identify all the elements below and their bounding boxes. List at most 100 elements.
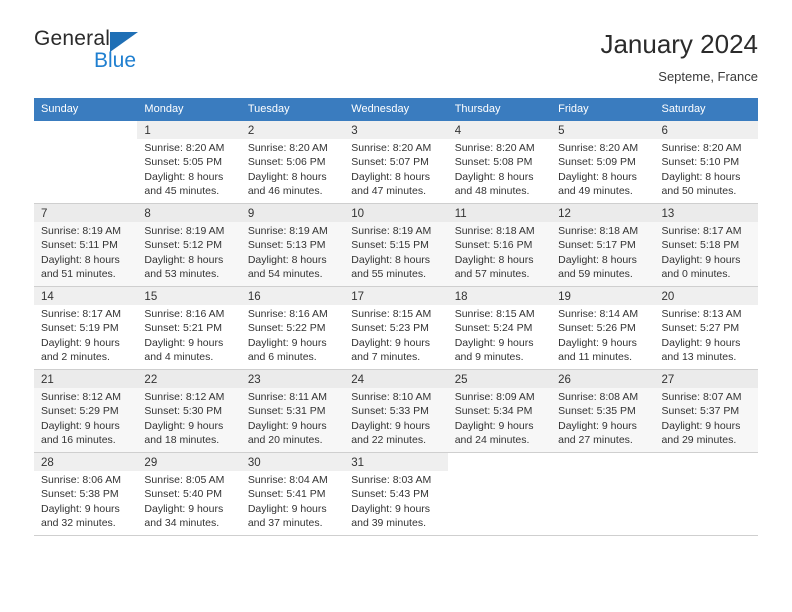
daylight-line-1: Daylight: 9 hours: [454, 336, 534, 349]
sunrise-line: Sunrise: 8:08 AM: [558, 390, 639, 403]
sunrise-line: Sunrise: 8:12 AM: [41, 390, 121, 403]
daylight-line-1: Daylight: 8 hours: [247, 253, 327, 266]
calendar-header-row: Sunday Monday Tuesday Wednesday Thursday…: [34, 97, 758, 121]
sunset-line: Sunset: 5:08 PM: [454, 156, 533, 169]
day-cell[interactable]: 9 Sunrise: 8:19 AM Sunset: 5:13 PM Dayli…: [240, 203, 345, 287]
day-cell[interactable]: 18 Sunrise: 8:15 AM Sunset: 5:24 PM Dayl…: [447, 286, 552, 370]
sunrise-line: Sunrise: 8:03 AM: [351, 473, 432, 486]
sunrise-line: Sunrise: 8:16 AM: [144, 307, 225, 320]
daylight-line-1: Daylight: 9 hours: [247, 336, 327, 349]
day-cell[interactable]: 29 Sunrise: 8:05 AM Sunset: 5:40 PM Dayl…: [137, 452, 241, 536]
day-number: 4: [447, 120, 552, 139]
sunrise-line: Sunrise: 8:10 AM: [351, 390, 432, 403]
day-details: Sunrise: 8:20 AM Sunset: 5:08 PM Dayligh…: [448, 139, 551, 203]
day-cell[interactable]: 30 Sunrise: 8:04 AM Sunset: 5:41 PM Dayl…: [240, 452, 345, 536]
sunrise-line: Sunrise: 8:19 AM: [41, 224, 121, 237]
daylight-line-1: Daylight: 9 hours: [41, 336, 120, 349]
calendar-page: General Blue January 2024 Septeme, Franc…: [0, 0, 792, 612]
sunrise-line: Sunrise: 8:19 AM: [247, 224, 328, 237]
daylight-line-2: and 54 minutes.: [247, 268, 323, 281]
sunrise-line: Sunrise: 8:19 AM: [144, 224, 225, 237]
day-cell[interactable]: 22 Sunrise: 8:12 AM Sunset: 5:30 PM Dayl…: [137, 369, 241, 453]
day-cell[interactable]: 14 Sunrise: 8:17 AM Sunset: 5:19 PM Dayl…: [34, 286, 138, 370]
day-cell[interactable]: 7 Sunrise: 8:19 AM Sunset: 5:11 PM Dayli…: [34, 203, 138, 287]
daylight-line-2: and 48 minutes.: [454, 185, 530, 198]
day-number: 21: [34, 369, 138, 388]
day-details: Sunrise: 8:12 AM Sunset: 5:30 PM Dayligh…: [137, 388, 240, 452]
sunset-line: Sunset: 5:06 PM: [247, 156, 326, 169]
day-cell[interactable]: 24 Sunrise: 8:10 AM Sunset: 5:33 PM Dayl…: [344, 369, 448, 453]
daylight-line-1: Daylight: 9 hours: [41, 502, 120, 515]
daylight-line-2: and 4 minutes.: [144, 351, 214, 364]
weekday-header-friday: Friday: [551, 97, 655, 121]
weekday-header-saturday: Saturday: [654, 97, 758, 121]
day-cell[interactable]: 6 Sunrise: 8:20 AM Sunset: 5:10 PM Dayli…: [654, 120, 758, 204]
day-cell[interactable]: 4 Sunrise: 8:20 AM Sunset: 5:08 PM Dayli…: [447, 120, 552, 204]
day-cell[interactable]: 23 Sunrise: 8:11 AM Sunset: 5:31 PM Dayl…: [240, 369, 345, 453]
daylight-line-1: Daylight: 9 hours: [41, 419, 120, 432]
day-cell[interactable]: 3 Sunrise: 8:20 AM Sunset: 5:07 PM Dayli…: [344, 120, 448, 204]
day-cell[interactable]: 25 Sunrise: 8:09 AM Sunset: 5:34 PM Dayl…: [447, 369, 552, 453]
daylight-line-1: Daylight: 8 hours: [454, 170, 534, 183]
day-cell[interactable]: 10 Sunrise: 8:19 AM Sunset: 5:15 PM Dayl…: [344, 203, 448, 287]
day-cell[interactable]: 17 Sunrise: 8:15 AM Sunset: 5:23 PM Dayl…: [344, 286, 448, 370]
sunset-line: Sunset: 5:23 PM: [351, 322, 429, 335]
day-cell[interactable]: 26 Sunrise: 8:08 AM Sunset: 5:35 PM Dayl…: [551, 369, 655, 453]
daylight-line-2: and 55 minutes.: [351, 268, 426, 281]
day-cell[interactable]: 21 Sunrise: 8:12 AM Sunset: 5:29 PM Dayl…: [34, 369, 138, 453]
day-cell[interactable]: 13 Sunrise: 8:17 AM Sunset: 5:18 PM Dayl…: [654, 203, 758, 287]
sunrise-line: Sunrise: 8:12 AM: [144, 390, 225, 403]
calendar-body: 1 Sunrise: 8:20 AM Sunset: 5:05 PM Dayli…: [34, 120, 758, 536]
calendar-week-row: 14 Sunrise: 8:17 AM Sunset: 5:19 PM Dayl…: [34, 286, 758, 370]
day-cell[interactable]: 20 Sunrise: 8:13 AM Sunset: 5:27 PM Dayl…: [654, 286, 758, 370]
day-number: 13: [654, 203, 758, 222]
day-number: 12: [551, 203, 655, 222]
day-details: Sunrise: 8:20 AM Sunset: 5:09 PM Dayligh…: [551, 139, 654, 203]
day-details: Sunrise: 8:20 AM Sunset: 5:07 PM Dayligh…: [344, 139, 447, 203]
day-cell[interactable]: 8 Sunrise: 8:19 AM Sunset: 5:12 PM Dayli…: [137, 203, 241, 287]
daylight-line-2: and 32 minutes.: [41, 517, 116, 530]
day-number: [34, 121, 137, 127]
day-details: Sunrise: 8:16 AM Sunset: 5:22 PM Dayligh…: [241, 305, 344, 369]
sunset-line: Sunset: 5:38 PM: [41, 488, 119, 501]
sunset-line: Sunset: 5:13 PM: [247, 239, 326, 252]
sunrise-line: Sunrise: 8:17 AM: [41, 307, 121, 320]
calendar-week-row: 7 Sunrise: 8:19 AM Sunset: 5:11 PM Dayli…: [34, 203, 758, 287]
day-details: Sunrise: 8:16 AM Sunset: 5:21 PM Dayligh…: [137, 305, 240, 369]
day-cell[interactable]: 2 Sunrise: 8:20 AM Sunset: 5:06 PM Dayli…: [240, 120, 345, 204]
day-cell[interactable]: 31 Sunrise: 8:03 AM Sunset: 5:43 PM Dayl…: [344, 452, 448, 536]
sunrise-line: Sunrise: 8:11 AM: [247, 390, 328, 403]
daylight-line-1: Daylight: 8 hours: [351, 253, 431, 266]
day-number: 18: [447, 286, 552, 305]
day-cell[interactable]: 12 Sunrise: 8:18 AM Sunset: 5:17 PM Dayl…: [551, 203, 655, 287]
sunrise-line: Sunrise: 8:16 AM: [247, 307, 328, 320]
daylight-line-1: Daylight: 9 hours: [247, 502, 327, 515]
day-details: Sunrise: 8:15 AM Sunset: 5:23 PM Dayligh…: [344, 305, 447, 369]
daylight-line-1: Daylight: 9 hours: [351, 419, 431, 432]
sunset-line: Sunset: 5:43 PM: [351, 488, 429, 501]
daylight-line-2: and 51 minutes.: [41, 268, 116, 281]
day-cell[interactable]: 15 Sunrise: 8:16 AM Sunset: 5:21 PM Dayl…: [137, 286, 241, 370]
sunrise-line: Sunrise: 8:19 AM: [351, 224, 432, 237]
sunrise-line: Sunrise: 8:13 AM: [661, 307, 742, 320]
sunset-line: Sunset: 5:30 PM: [144, 405, 223, 418]
day-number: 22: [137, 369, 241, 388]
logo-text-general: General: [34, 27, 111, 50]
generalblue-logo[interactable]: General Blue: [34, 28, 174, 80]
day-details: Sunrise: 8:19 AM Sunset: 5:12 PM Dayligh…: [137, 222, 240, 286]
sunset-line: Sunset: 5:15 PM: [351, 239, 429, 252]
day-cell[interactable]: 5 Sunrise: 8:20 AM Sunset: 5:09 PM Dayli…: [551, 120, 655, 204]
day-cell[interactable]: 11 Sunrise: 8:18 AM Sunset: 5:16 PM Dayl…: [447, 203, 552, 287]
day-cell[interactable]: 28 Sunrise: 8:06 AM Sunset: 5:38 PM Dayl…: [34, 452, 138, 536]
day-cell[interactable]: 1 Sunrise: 8:20 AM Sunset: 5:05 PM Dayli…: [137, 120, 241, 204]
daylight-line-1: Daylight: 9 hours: [144, 419, 224, 432]
title-block: January 2024 Septeme, France: [600, 28, 758, 84]
day-cell[interactable]: 16 Sunrise: 8:16 AM Sunset: 5:22 PM Dayl…: [240, 286, 345, 370]
sunset-line: Sunset: 5:41 PM: [247, 488, 326, 501]
day-number: [448, 453, 551, 459]
sunrise-line: Sunrise: 8:18 AM: [454, 224, 535, 237]
day-cell[interactable]: 19 Sunrise: 8:14 AM Sunset: 5:26 PM Dayl…: [551, 286, 655, 370]
day-number: 9: [240, 203, 345, 222]
sunrise-line: Sunrise: 8:05 AM: [144, 473, 225, 486]
day-cell[interactable]: 27 Sunrise: 8:07 AM Sunset: 5:37 PM Dayl…: [654, 369, 758, 453]
